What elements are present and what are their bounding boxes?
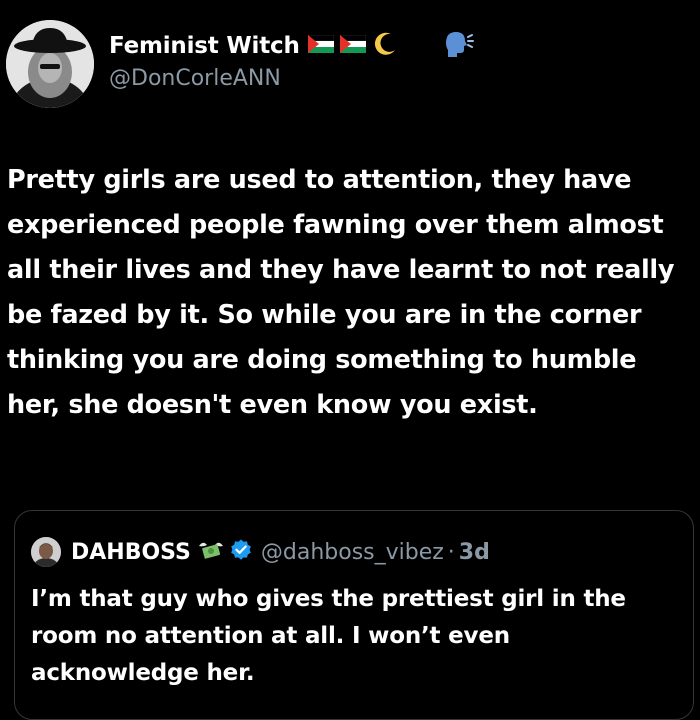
crescent-moon-icon [372, 31, 398, 61]
palestine-flag-icon [307, 34, 334, 57]
quoted-tweet-card[interactable]: DAHBOSS @dahboss_vibez · 3d I’m that guy… [14, 510, 694, 720]
avatar-image [6, 20, 94, 108]
money-with-wings-icon [197, 538, 225, 566]
verified-badge-icon [229, 538, 253, 566]
author-avatar[interactable] [6, 20, 94, 108]
quoted-author-avatar[interactable] [31, 537, 61, 567]
author-handle[interactable]: @DonCorleANN [109, 66, 281, 91]
author-name-row: Feminist Witch [109, 29, 474, 63]
author-display-name[interactable]: Feminist Witch [109, 33, 300, 59]
quoted-avatar-image [31, 537, 61, 567]
tweet-text: Pretty girls are used to attention, they… [7, 165, 675, 420]
quoted-handle[interactable]: @dahboss_vibez [261, 540, 444, 565]
quoted-author-row: DAHBOSS @dahboss_vibez · 3d [71, 535, 490, 569]
separator-dot: · [447, 539, 455, 565]
quoted-display-name[interactable]: DAHBOSS [71, 540, 191, 565]
tweet: Feminist Witch @DonCorleANN Pretty girls… [0, 0, 700, 720]
palestine-flag-icon [339, 34, 366, 57]
speaking-head-icon [442, 29, 474, 63]
quoted-tweet-text: I’m that guy who gives the prettiest gir… [31, 586, 626, 686]
quoted-timestamp[interactable]: 3d [459, 540, 490, 565]
